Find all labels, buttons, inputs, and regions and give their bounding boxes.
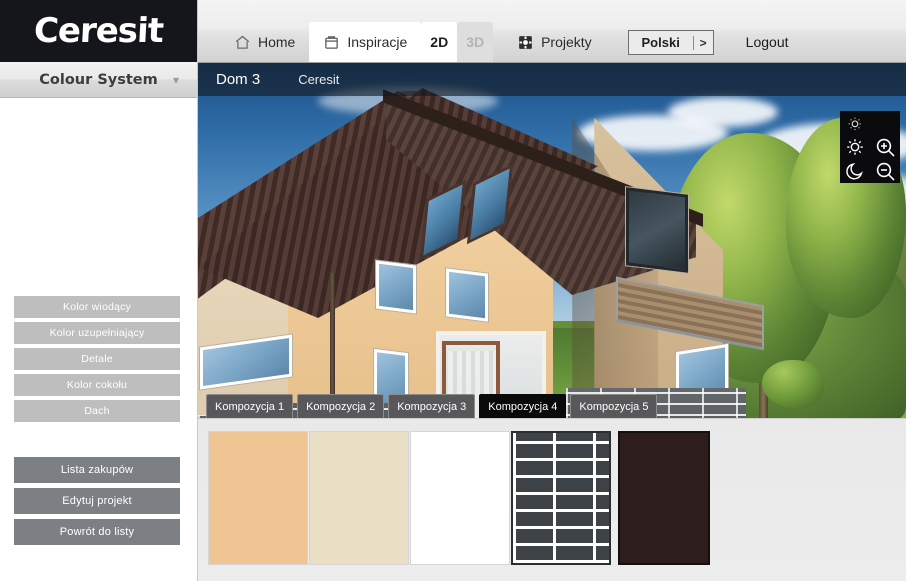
chevron-down-icon[interactable]: ▾ xyxy=(173,73,179,87)
composition-tab-5[interactable]: Kompozycja 5 xyxy=(570,394,658,418)
kolor-wiodacy-button[interactable]: Kolor wiodący xyxy=(14,296,180,318)
lista-zakupow-button[interactable]: Lista zakupów xyxy=(14,457,180,483)
composition-tab-4[interactable]: Kompozycja 4 xyxy=(479,394,567,418)
language-selector[interactable]: Polski > xyxy=(627,30,714,55)
left-sidebar: Ceresit Colour System ▾ Kolor wiodący Ko… xyxy=(0,0,198,581)
brightness-low-icon[interactable] xyxy=(844,136,866,158)
composition-tab-2[interactable]: Kompozycja 2 xyxy=(297,394,385,418)
top-navigation-bar: Home Inspiracje 2D 3D Projekty Polski > … xyxy=(198,0,906,63)
nav-item-projekty[interactable]: Projekty xyxy=(503,22,606,62)
inspiration-icon xyxy=(323,34,340,51)
colour-system-header[interactable]: Colour System ▾ xyxy=(0,62,197,98)
nav-item-inspiracje-label: Inspiracje xyxy=(347,34,408,50)
front-window-upper-left xyxy=(376,260,416,314)
projects-icon xyxy=(517,34,534,51)
viewer-title-bar: Dom 3 Ceresit xyxy=(198,63,906,96)
colour-system-title: Colour System xyxy=(39,71,158,88)
zoom-out-icon[interactable] xyxy=(873,159,897,183)
upper-window xyxy=(626,187,688,273)
kolor-uzupelniajacy-swatch[interactable] xyxy=(309,431,409,565)
swatch-strip xyxy=(198,418,906,581)
nav-item-projekty-label: Projekty xyxy=(541,34,592,50)
detale-button[interactable]: Detale xyxy=(14,348,180,370)
zoom-in-icon[interactable] xyxy=(873,135,897,159)
nav-item-home-label: Home xyxy=(258,34,296,50)
kolor-cokolu-swatch[interactable] xyxy=(511,431,611,565)
edytuj-projekt-button[interactable]: Edytuj projekt xyxy=(14,488,180,514)
moon-icon[interactable] xyxy=(844,160,866,182)
logout-button[interactable]: Logout xyxy=(740,22,795,62)
application-root: Ceresit Colour System ▾ Kolor wiodący Ko… xyxy=(0,0,906,581)
view-mode-2d-tab[interactable]: 2D xyxy=(421,22,458,62)
nav-item-inspiracje[interactable]: Inspiracje xyxy=(309,22,422,62)
front-window-upper-right xyxy=(446,268,488,322)
powrot-do-listy-button[interactable]: Powrót do listy xyxy=(14,519,180,545)
composition-tab-1[interactable]: Kompozycja 1 xyxy=(206,394,294,418)
kolor-cokolu-button[interactable]: Kolor cokołu xyxy=(14,374,180,396)
nav-item-home[interactable]: Home xyxy=(220,22,309,62)
main-column: Home Inspiracje 2D 3D Projekty Polski > … xyxy=(198,0,906,581)
action-buttons: Lista zakupów Edytuj projekt Powrót do l… xyxy=(14,457,180,550)
detale-swatch[interactable] xyxy=(410,431,510,565)
brand-logo: Ceresit xyxy=(0,0,197,62)
kolor-wiodacy-swatch[interactable] xyxy=(208,431,308,565)
dach-swatch[interactable] xyxy=(618,431,710,565)
view-mode-3d-tab: 3D xyxy=(457,22,494,62)
language-value: Polski xyxy=(641,35,680,50)
viewer-controls-panel xyxy=(840,111,900,183)
kolor-uzupelniajacy-button[interactable]: Kolor uzupełniający xyxy=(14,322,180,344)
color-selection-buttons: Kolor wiodący Kolor uzupełniający Detale… xyxy=(14,296,180,426)
dach-button[interactable]: Dach xyxy=(14,400,180,422)
project-name: Dom 3 xyxy=(216,71,261,88)
viewer-brand-label: Ceresit xyxy=(298,72,340,87)
composition-tab-bar: Kompozycja 1 Kompozycja 2 Kompozycja 3 K… xyxy=(198,385,906,418)
brightness-high-icon[interactable] xyxy=(845,113,865,133)
language-arrow-icon[interactable]: > xyxy=(692,35,713,50)
home-icon xyxy=(234,34,251,51)
composition-tab-3[interactable]: Kompozycja 3 xyxy=(388,394,476,418)
brand-name: Ceresit xyxy=(32,11,165,51)
